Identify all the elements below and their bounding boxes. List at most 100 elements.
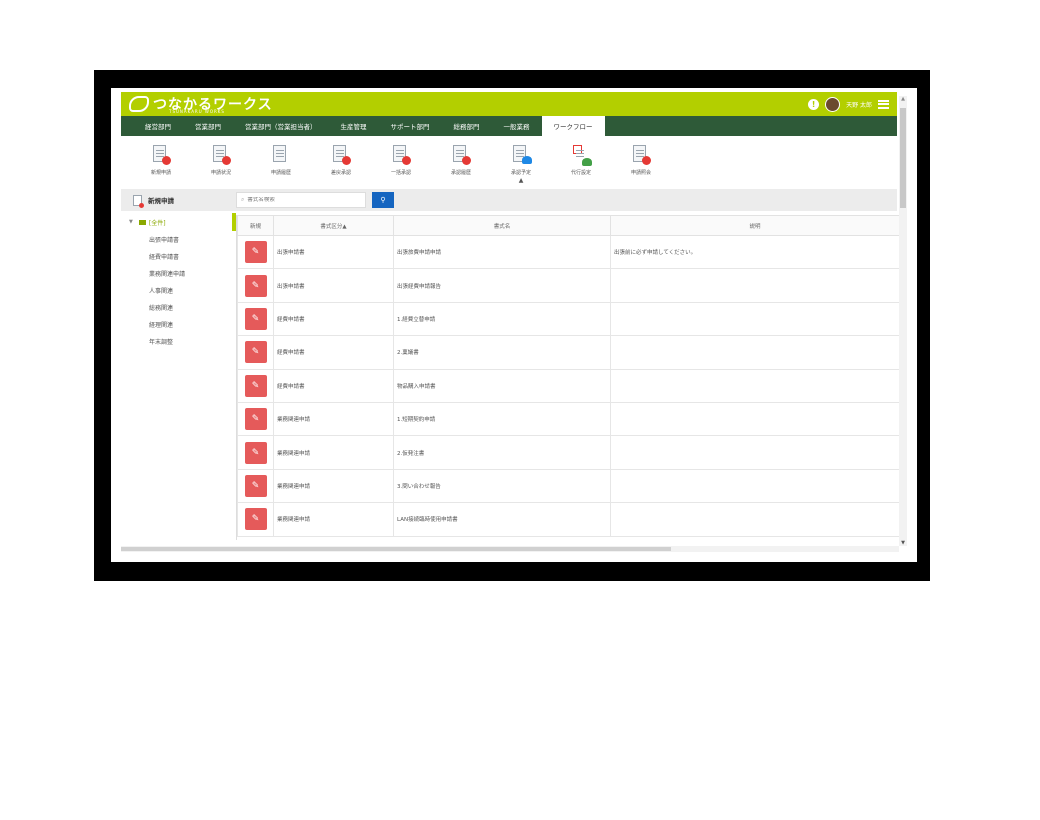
edit-button[interactable]: ✎ [244,341,267,364]
new-cell: ✎ [237,468,274,504]
caret-down-icon[interactable]: ▼ [129,219,133,225]
tool-proxy-settings[interactable]: 代行設定 [551,136,611,186]
search-field[interactable]: ⌕ [236,192,366,208]
tool-approval-schedule[interactable]: 承認予定 ▲ [491,136,551,186]
category-cell: 出張申請書 [273,268,394,303]
table-row[interactable]: ✎ 業務関連申請 2.仮発注書 [237,435,899,470]
pencil-icon: ✎ [251,447,260,458]
description-cell [610,301,899,337]
pencil-icon: ✎ [251,313,260,324]
description-cell [610,401,899,437]
description-cell [610,268,899,303]
form-name-cell[interactable]: LAN接続臨時使用申請書 [393,502,611,537]
table-row[interactable]: ✎ 経費申請書 1.経費立替申請 [237,301,899,337]
app-logo-subtitle: TSUNAKARU WORKS [169,109,225,114]
returned-document-icon [330,144,352,166]
hamburger-menu-icon[interactable] [878,99,889,109]
tool-application-history[interactable]: 申請履歴 [251,136,311,186]
new-document-icon [133,194,144,208]
table-row[interactable]: ✎ 経費申請書 2.稟議書 [237,335,899,370]
tool-bulk-approval[interactable]: 一括承認 [371,136,431,186]
edit-button[interactable]: ✎ [244,274,267,297]
edit-button[interactable]: ✎ [244,408,267,431]
column-header-name[interactable]: 書式名 [393,215,611,236]
scrollbar-thumb[interactable] [900,108,906,208]
tool-application-status[interactable]: 申請状況 [191,136,251,186]
tree-item[interactable]: 人事関連 [121,282,232,299]
new-cell: ✎ [237,335,274,370]
horizontal-scrollbar[interactable] [121,546,899,552]
tool-new-application[interactable]: 新規申請 [131,136,191,186]
logo-icon [129,96,149,112]
nav-item-somu[interactable]: 総務部門 [442,116,492,136]
new-cell: ✎ [237,268,274,303]
category-cell: 出張申請書 [273,234,394,270]
edit-button[interactable]: ✎ [244,374,267,397]
column-header-description[interactable]: 説明 [610,215,899,236]
column-header-category[interactable]: 書式区分▲ [273,215,394,236]
tree-item[interactable]: 業務関連申請 [121,265,232,282]
new-cell: ✎ [237,368,274,403]
form-name-cell[interactable]: 出張旅費申請申請 [393,234,611,270]
bulk-approval-icon [390,144,412,166]
tree-item[interactable]: 総務関連 [121,299,232,316]
page-title-text: 新規申請 [148,197,174,205]
form-name-cell[interactable]: 1.経費立替申請 [393,301,611,337]
form-name-cell[interactable]: 物品購入申請書 [393,368,611,403]
description-cell [610,502,899,537]
edit-button[interactable]: ✎ [244,441,267,464]
approval-history-icon [450,144,472,166]
table-row[interactable]: ✎ 出張申請書 出張経費申請報告 [237,268,899,303]
tool-application-inquiry[interactable]: 申請照会 [611,136,671,186]
edit-button[interactable]: ✎ [244,508,267,531]
search-button[interactable]: ⚲ [372,192,394,208]
tree-item[interactable]: 出張申請書 [121,231,232,248]
form-name-cell[interactable]: 1.短期契約申請 [393,401,611,437]
vertical-scrollbar[interactable]: ▲ ▼ [899,96,907,546]
tree-item[interactable]: 年末調整 [121,333,232,350]
tool-approval-history[interactable]: 承認履歴 [431,136,491,186]
nav-item-support[interactable]: サポート部門 [379,116,442,136]
help-icon[interactable]: ! [808,98,820,110]
category-tree: ▼ [全件] 出張申請書 経費申請書 業務関連申請 人事関連 総務関連 経理関連… [121,213,236,553]
tool-label: 一括承認 [390,170,411,176]
nav-item-ippan[interactable]: 一般業務 [492,116,542,136]
user-name[interactable]: 天野 太郎 [846,100,872,109]
table-row[interactable]: ✎ 経費申請書 物品購入申請書 [237,368,899,403]
scrollbar-thumb[interactable] [121,547,671,551]
pencil-icon: ✎ [251,414,260,425]
edit-button[interactable]: ✎ [244,241,267,264]
form-name-cell[interactable]: 出張経費申請報告 [393,268,611,303]
page-title: 新規申請 [121,194,236,208]
nav-item-seisan[interactable]: 生産管理 [329,116,379,136]
scroll-down-icon[interactable]: ▼ [899,540,907,546]
nav-item-eigyo[interactable]: 営業部門 [183,116,233,136]
table-row[interactable]: ✎ 業務関連申請 3.問い合わせ報告 [237,468,899,504]
nav-item-workflow[interactable]: ワークフロー [541,116,605,136]
avatar[interactable] [825,96,841,112]
tree-item[interactable]: 経理関連 [121,316,232,333]
nav-item-keiei[interactable]: 経営部門 [133,116,183,136]
category-cell: 経費申請書 [273,368,394,403]
search-document-icon [630,144,652,166]
main-nav: 経営部門 営業部門 営業部門（営業担当者） 生産管理 サポート部門 総務部門 一… [121,116,897,136]
table-row[interactable]: ✎ 業務関連申請 LAN接続臨時使用申請書 [237,502,899,537]
tool-label: 承認予定 [510,170,531,176]
search-input[interactable] [247,197,358,203]
nav-item-eigyo-tanto[interactable]: 営業部門（営業担当者） [233,116,329,136]
tree-item[interactable]: 経費申請書 [121,248,232,265]
table-row[interactable]: ✎ 出張申請書 出張旅費申請申請 出張前に必ず申請してください。 [237,234,899,270]
form-name-cell[interactable]: 3.問い合わせ報告 [393,468,611,504]
pencil-icon: ✎ [251,480,260,491]
form-name-cell[interactable]: 2.仮発注書 [393,435,611,470]
scroll-up-icon[interactable]: ▲ [899,96,907,102]
form-name-cell[interactable]: 2.稟議書 [393,335,611,370]
tool-returned-approval[interactable]: 差戻承認 [311,136,371,186]
category-cell: 業務関連申請 [273,468,394,504]
tree-root-all[interactable]: ▼ [全件] [121,213,236,231]
app-screen: つなかるワークス TSUNAKARU WORKS ! 天野 太郎 経営部門 営業… [111,88,917,562]
status-document-icon [210,144,232,166]
table-row[interactable]: ✎ 業務関連申請 1.短期契約申請 [237,401,899,437]
edit-button[interactable]: ✎ [244,307,267,330]
edit-button[interactable]: ✎ [244,474,267,497]
